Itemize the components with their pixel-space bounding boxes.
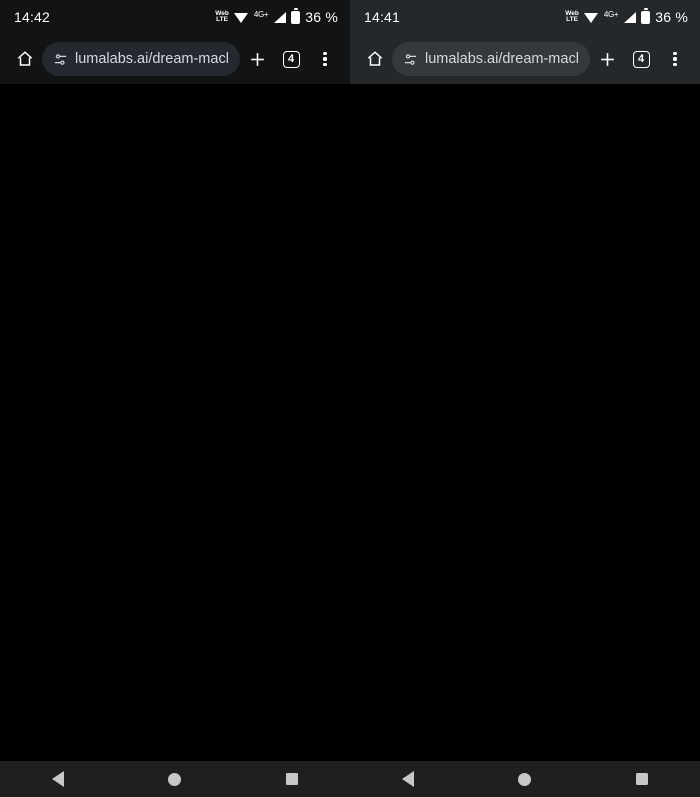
- status-time: 14:42: [14, 9, 51, 25]
- triangle-back-icon[interactable]: [52, 771, 65, 787]
- browser-toolbar: lumalabs.ai/dream-macl 4: [0, 34, 350, 84]
- android-nav-bar: [350, 761, 700, 797]
- three-dot-menu-icon[interactable]: [658, 42, 692, 76]
- battery-icon: [291, 8, 301, 24]
- tab-counter-button[interactable]: 4: [624, 42, 658, 76]
- battery-percent: 36 %: [305, 9, 338, 25]
- web-lte-icon: Web LTE: [215, 9, 229, 23]
- circle-home-icon[interactable]: [518, 772, 532, 786]
- status-time: 14:41: [364, 9, 401, 25]
- home-icon[interactable]: [8, 42, 42, 76]
- right-screenshot-panel: 14:41 Web LTE 4G+ 36 % lumalabs.ai/dream-…: [350, 0, 700, 797]
- plus-icon[interactable]: [590, 42, 624, 76]
- tune-icon: [404, 53, 417, 65]
- browser-toolbar: lumalabs.ai/dream-macl 4: [350, 34, 700, 84]
- square-recents-icon[interactable]: [285, 773, 298, 785]
- battery-icon: [641, 8, 651, 24]
- network-type-label: 4G+: [603, 9, 619, 19]
- tune-icon: [54, 53, 67, 65]
- url-text: lumalabs.ai/dream-macl: [75, 51, 229, 67]
- tab-count-label: 4: [282, 50, 300, 68]
- wifi-icon: [233, 12, 249, 23]
- circle-home-icon[interactable]: [168, 772, 182, 786]
- signal-icon: [623, 11, 637, 23]
- status-bar: 14:42 Web LTE 4G+ 36 %: [0, 0, 350, 34]
- plus-icon[interactable]: [240, 42, 274, 76]
- tab-counter-button[interactable]: 4: [274, 42, 308, 76]
- square-recents-icon[interactable]: [635, 773, 648, 785]
- android-nav-bar: [0, 761, 350, 797]
- triangle-back-icon[interactable]: [402, 771, 415, 787]
- signal-icon: [273, 11, 287, 23]
- home-icon[interactable]: [358, 42, 392, 76]
- dual-screenshot-comparison: 14:42 Web LTE 4G+ 36 % lumalabs.ai/dream-…: [0, 0, 700, 797]
- tab-count-label: 4: [632, 50, 650, 68]
- url-bar[interactable]: lumalabs.ai/dream-macl: [392, 42, 590, 76]
- network-type-label: 4G+: [253, 9, 269, 19]
- web-lte-icon: Web LTE: [565, 9, 579, 23]
- left-screenshot-panel: 14:42 Web LTE 4G+ 36 % lumalabs.ai/dream-…: [0, 0, 350, 797]
- status-indicators: Web LTE 4G+ 36 %: [565, 8, 688, 25]
- status-indicators: Web LTE 4G+ 36 %: [215, 8, 338, 25]
- status-bar: 14:41 Web LTE 4G+ 36 %: [350, 0, 700, 34]
- wifi-icon: [583, 12, 599, 23]
- url-bar[interactable]: lumalabs.ai/dream-macl: [42, 42, 240, 76]
- three-dot-menu-icon[interactable]: [308, 42, 342, 76]
- battery-percent: 36 %: [655, 9, 688, 25]
- url-text: lumalabs.ai/dream-macl: [425, 51, 579, 67]
